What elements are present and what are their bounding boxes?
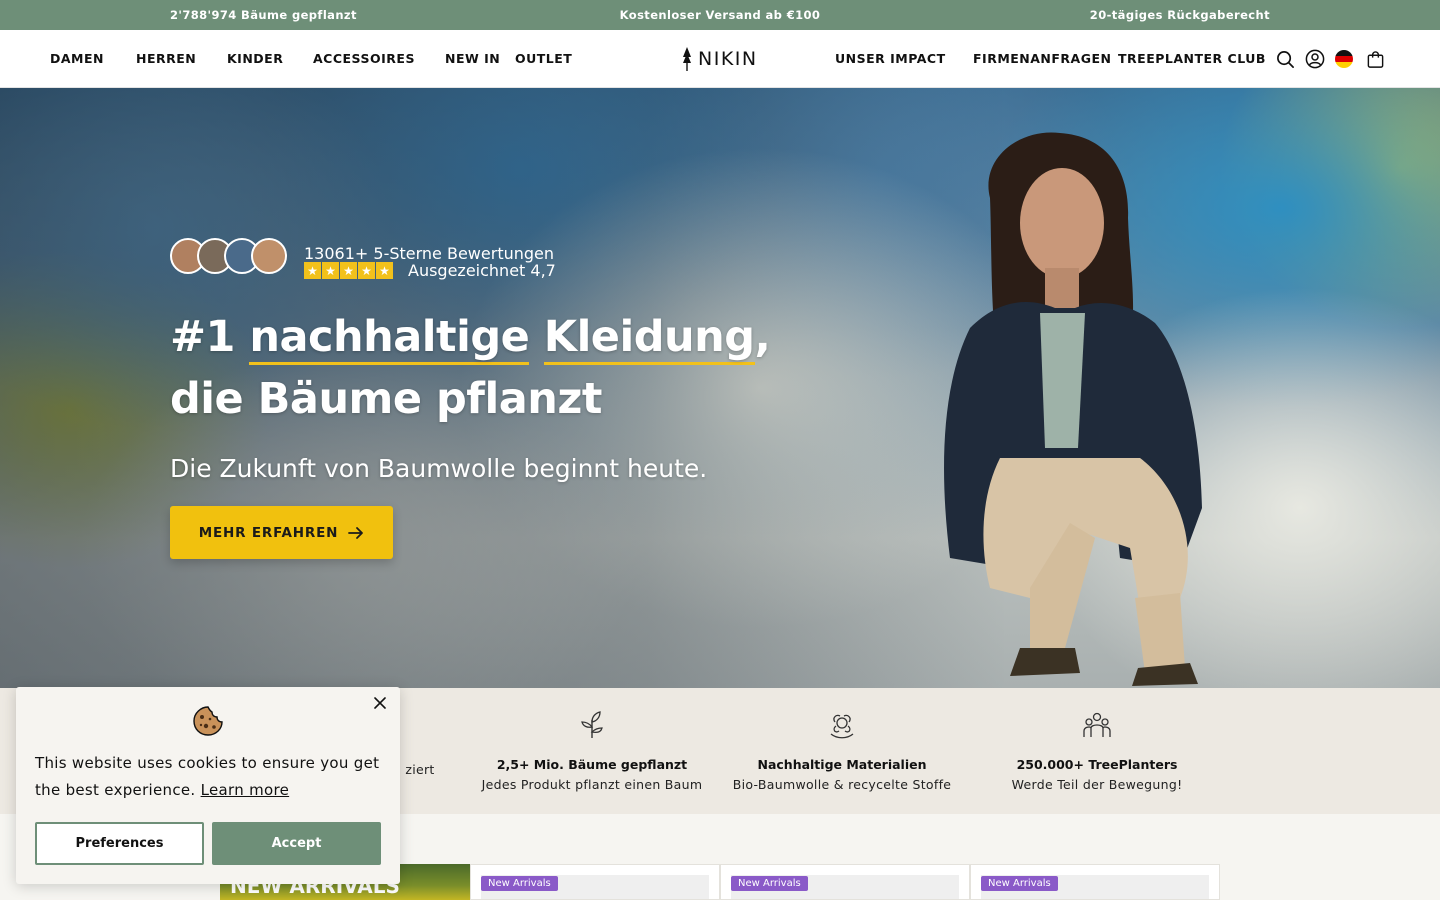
cookie-message: This website uses cookies to ensure you … bbox=[35, 750, 385, 804]
flag-de-icon[interactable] bbox=[1333, 48, 1355, 70]
hero-subline: Die Zukunft von Baumwolle beginnt heute. bbox=[170, 454, 708, 483]
accept-button[interactable]: Accept bbox=[212, 822, 381, 865]
arrow-right-icon bbox=[348, 526, 364, 539]
usp-item: 2,5+ Mio. Bäume gepflanzt Jedes Produkt … bbox=[467, 710, 717, 792]
star-rating: ★ ★ ★ ★ ★ bbox=[304, 262, 393, 279]
tree-logo-icon bbox=[683, 47, 691, 71]
star-icon: ★ bbox=[376, 262, 393, 279]
hero-model-image bbox=[944, 132, 1202, 686]
nav-firmenanfragen[interactable]: FIRMENANFRAGEN bbox=[973, 51, 1112, 66]
nav-herren[interactable]: HERREN bbox=[136, 51, 196, 66]
mehr-erfahren-button[interactable]: MEHR ERFAHREN bbox=[170, 506, 393, 559]
usp-subtitle: Bio-Baumwolle & recycelte Stoffe bbox=[732, 777, 952, 792]
learn-more-link[interactable]: Learn more bbox=[201, 781, 290, 799]
avatar bbox=[251, 238, 287, 274]
hero-banner: 13061+ 5-Sterne Bewertungen ★ ★ ★ ★ ★ Au… bbox=[0, 88, 1440, 688]
cookie-icon bbox=[193, 706, 223, 736]
logo[interactable]: NIKIN bbox=[682, 47, 758, 71]
headline-prefix: #1 bbox=[170, 312, 250, 362]
usp-title: Nachhaltige Materialien bbox=[757, 757, 927, 772]
star-icon: ★ bbox=[322, 262, 339, 279]
sprout-icon bbox=[581, 711, 603, 738]
new-arrivals-badge: New Arrivals bbox=[981, 876, 1058, 891]
cotton-icon bbox=[830, 714, 854, 739]
cart-icon[interactable] bbox=[1364, 48, 1386, 70]
usp-item: Nachhaltige Materialien Bio-Baumwolle & … bbox=[717, 710, 967, 792]
star-icon: ★ bbox=[340, 262, 357, 279]
usp-title: 2,5+ Mio. Bäume gepflanzt bbox=[496, 757, 688, 772]
product-card[interactable]: New Arrivals bbox=[970, 864, 1220, 900]
nav-kinder[interactable]: KINDER bbox=[227, 51, 283, 66]
community-icon bbox=[1083, 712, 1111, 737]
nav-new-in[interactable]: NEW IN bbox=[445, 51, 500, 66]
cookie-banner: This website uses cookies to ensure you … bbox=[16, 687, 400, 884]
usp-item: 250.000+ TreePlanters Werde Teil der Bew… bbox=[972, 710, 1222, 792]
nav-outlet[interactable]: OUTLET bbox=[515, 51, 572, 66]
star-icon: ★ bbox=[304, 262, 321, 279]
product-card[interactable]: New Arrivals bbox=[720, 864, 970, 900]
new-arrivals-badge: New Arrivals bbox=[481, 876, 558, 891]
headline-underlined-1: nachhaltige bbox=[249, 312, 530, 365]
announcement-returns: 20-tägiges Rückgaberecht bbox=[1089, 8, 1270, 22]
account-icon[interactable] bbox=[1304, 48, 1326, 70]
reviewer-avatars bbox=[170, 238, 290, 278]
preferences-button[interactable]: Preferences bbox=[35, 822, 204, 865]
logo-text: NIKIN bbox=[698, 48, 758, 70]
nav-damen[interactable]: DAMEN bbox=[50, 51, 104, 66]
cta-label: MEHR ERFAHREN bbox=[198, 524, 339, 541]
star-icon: ★ bbox=[358, 262, 375, 279]
nav-treeplanter-club[interactable]: TREEPLANTER CLUB bbox=[1118, 51, 1266, 66]
rating-score: Ausgezeichnet 4,7 bbox=[408, 261, 556, 280]
site-header: DAMEN HERREN KINDER ACCESSOIRES NEW IN O… bbox=[0, 30, 1440, 88]
announcement-bar: 2'788'974 Bäume gepflanzt Kostenloser Ve… bbox=[0, 0, 1440, 30]
nav-unser-impact[interactable]: UNSER IMPACT bbox=[835, 51, 946, 66]
hero-headline: #1 nachhaltige Kleidung, die Bäume pflanz… bbox=[170, 306, 771, 430]
headline-line-2: die Bäume pflanzt bbox=[170, 374, 602, 424]
headline-comma: , bbox=[754, 312, 771, 362]
search-icon[interactable] bbox=[1274, 48, 1296, 70]
usp-title: 250.000+ TreePlanters bbox=[1016, 757, 1178, 772]
nav-accessoires[interactable]: ACCESSOIRES bbox=[313, 51, 415, 66]
usp-subtitle: Werde Teil der Bewegung! bbox=[1011, 777, 1183, 792]
product-card[interactable]: New Arrivals bbox=[470, 864, 720, 900]
close-icon[interactable] bbox=[372, 695, 388, 711]
new-arrivals-badge: New Arrivals bbox=[731, 876, 808, 891]
usp-subtitle: Jedes Produkt pflanzt einen Baum bbox=[481, 777, 703, 792]
headline-underlined-2: Kleidung bbox=[543, 312, 755, 365]
